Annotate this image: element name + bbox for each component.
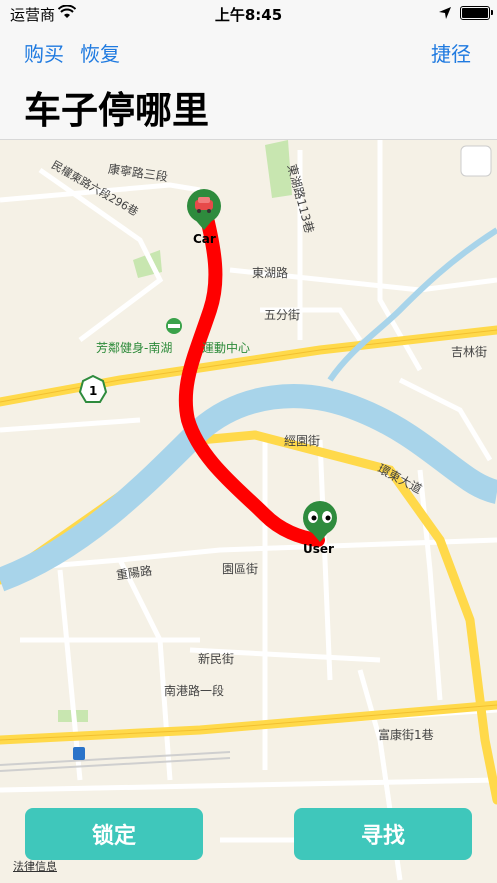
- navigation-bar: 购买 恢复 捷径 车子停哪里: [0, 28, 497, 140]
- lock-button[interactable]: 锁定: [25, 808, 203, 860]
- status-time: 上午8:45: [214, 6, 283, 24]
- map-label: 吉林街: [451, 345, 488, 359]
- locate-icon[interactable]: [460, 145, 492, 177]
- user-pin-label: User: [303, 542, 334, 556]
- find-button[interactable]: 寻找: [294, 808, 472, 860]
- map-label: 芳鄰健身-南湖: [96, 341, 173, 355]
- map-view[interactable]: 康寧路三段 民權東路六段296巷 東湖路 東湖路113巷 五分街 芳鄰健身-南湖…: [0, 140, 497, 883]
- map-label: 東湖路: [252, 266, 289, 280]
- route-number-label: 1: [89, 384, 98, 398]
- map-label: 五分街: [264, 308, 301, 322]
- shortcut-button[interactable]: 捷径: [431, 38, 471, 67]
- map-label: 富康街1巷: [378, 728, 434, 742]
- map-label: 園區街: [222, 562, 259, 576]
- page-title: 车子停哪里: [24, 89, 209, 132]
- location-arrow-icon: [439, 7, 451, 19]
- car-pin[interactable]: [187, 189, 221, 230]
- map-label: 經園街: [284, 434, 321, 448]
- map-label: 南港路一段: [164, 684, 225, 698]
- map-canvas: [0, 140, 497, 881]
- status-bar: 运营商 上午8:45: [0, 0, 497, 28]
- buy-button[interactable]: 购买: [24, 38, 64, 67]
- car-pin-label: Car: [193, 232, 216, 246]
- map-label: 運動中心: [202, 341, 251, 355]
- battery-icon: [460, 6, 493, 20]
- train-station-icon: [73, 747, 85, 760]
- map-label: 新民街: [198, 652, 235, 666]
- restore-button[interactable]: 恢复: [80, 38, 120, 67]
- legal-info-link[interactable]: 法律信息: [13, 858, 57, 874]
- fitness-center-icon: [166, 318, 182, 334]
